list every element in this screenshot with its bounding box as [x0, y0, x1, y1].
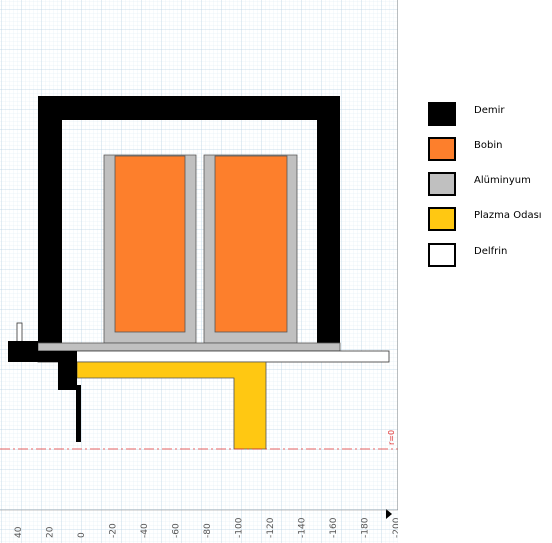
legend-swatch [428, 137, 456, 161]
legend-label: Alüminyum [474, 175, 531, 186]
x-tick-label: -180 [361, 517, 371, 538]
x-tick-label: -40 [140, 523, 150, 538]
axis-marker-label: r=0 [387, 430, 396, 445]
legend: Demir Bobin Alüminyum Plazma Odası Delfrin [418, 0, 552, 543]
drawing-canvas[interactable]: r=0 250200150100500 40200-20-40-60-80-10… [0, 0, 398, 543]
x-tick-label: -20 [109, 523, 119, 538]
x-tick-label: -100 [235, 517, 245, 538]
legend-label: Demir [474, 105, 505, 116]
legend-label: Bobin [474, 140, 503, 151]
legend-label: Plazma Odası [474, 210, 542, 221]
legend-label: Delfrin [474, 246, 508, 257]
legend-swatch [428, 243, 456, 267]
x-tick-label: 20 [46, 526, 56, 538]
x-tick-label: -160 [329, 517, 339, 538]
coil-left [114, 155, 186, 333]
x-tick-label: -200 [392, 517, 398, 538]
legend-swatch [428, 172, 456, 196]
iron-rod [76, 385, 81, 442]
delrin-plate [37, 350, 390, 363]
x-tick-label: -80 [203, 523, 213, 538]
x-tick-label: 0 [77, 532, 87, 538]
x-tick-label: 40 [14, 526, 24, 538]
x-tick-label: -60 [172, 523, 182, 538]
coil-right [214, 155, 288, 333]
x-tick-label: -140 [298, 517, 308, 538]
x-tick-label: -120 [266, 517, 276, 538]
legend-swatch [428, 102, 456, 126]
legend-swatch [428, 207, 456, 231]
delrin-post [16, 322, 23, 345]
aluminium-base-plate [37, 342, 341, 352]
